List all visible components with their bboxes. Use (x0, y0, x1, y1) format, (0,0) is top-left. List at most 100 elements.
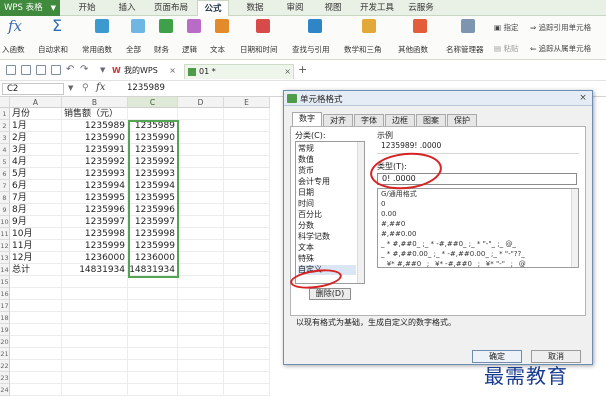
fx-icon[interactable]: fx (96, 82, 105, 93)
row-header[interactable]: 4 (0, 144, 10, 156)
table-cell[interactable]: 12月 (10, 252, 62, 264)
table-cell[interactable] (224, 216, 270, 228)
tab-cloud[interactable]: 云服务 (404, 0, 438, 16)
table-cell[interactable] (62, 312, 128, 324)
table-cell[interactable]: 1235999 (62, 240, 128, 252)
table-cell[interactable] (224, 360, 270, 372)
row-header[interactable]: 1 (0, 108, 10, 120)
table-cell[interactable] (178, 384, 224, 396)
header-cell-month[interactable]: 月份 (10, 108, 62, 120)
table-cell[interactable] (224, 324, 270, 336)
doc-tab-file[interactable]: 01 * × (184, 64, 294, 79)
category-item[interactable]: 日期 (298, 188, 314, 198)
category-item[interactable]: 分数 (298, 221, 314, 231)
other-functions-button[interactable]: 其他函数 (398, 19, 442, 57)
table-cell[interactable] (10, 384, 62, 396)
format-code-item[interactable]: G/通用格式 (381, 190, 417, 199)
tab-number[interactable]: 数字 (292, 112, 322, 127)
table-cell[interactable]: 1235989 (62, 120, 128, 132)
all-functions-button[interactable]: 全部 (126, 19, 150, 57)
column-header-c[interactable]: C (128, 97, 178, 108)
row-header[interactable]: 23 (0, 372, 10, 384)
table-cell[interactable] (10, 288, 62, 300)
table-cell[interactable]: 3月 (10, 144, 62, 156)
table-cell[interactable] (224, 156, 270, 168)
app-menu-button[interactable]: WPS 表格 ▼ (0, 0, 60, 16)
tab-page-layout[interactable]: 页面布局 (150, 0, 192, 16)
table-cell[interactable] (178, 216, 224, 228)
table-cell[interactable] (178, 240, 224, 252)
row-header[interactable]: 13 (0, 252, 10, 264)
category-item[interactable]: 科学记数 (298, 232, 330, 242)
format-code-item[interactable]: #,##0.00 (381, 230, 416, 239)
table-cell[interactable]: 1月 (10, 120, 62, 132)
table-cell[interactable] (224, 168, 270, 180)
table-cell[interactable] (10, 324, 62, 336)
format-code-list[interactable]: G/通用格式 0 0.00 #,##0 #,##0.00 _ * #,##0_ ;_ * … (377, 188, 579, 268)
header-cell-sales[interactable]: 销售额（元） (62, 108, 128, 120)
table-cell[interactable] (10, 300, 62, 312)
table-cell[interactable] (178, 348, 224, 360)
redo-icon[interactable]: ↷ (80, 64, 88, 75)
financial-button[interactable]: 财务 (154, 19, 178, 57)
format-code-item[interactable]: _ * #,##0.00_ ;_ * -#,##0.00_ ;_ * "-"??… (381, 250, 525, 259)
table-cell[interactable] (178, 228, 224, 240)
save-icon[interactable] (6, 65, 16, 75)
column-header-b[interactable]: B (62, 97, 128, 108)
table-cell[interactable] (62, 276, 128, 288)
tab-insert[interactable]: 插入 (112, 0, 142, 16)
table-cell[interactable] (62, 384, 128, 396)
column-header-d[interactable]: D (178, 97, 224, 108)
category-item[interactable]: 常规 (298, 144, 314, 154)
table-cell[interactable] (62, 336, 128, 348)
table-cell[interactable]: 1235990 (62, 132, 128, 144)
close-icon[interactable]: × (577, 93, 589, 104)
category-item[interactable]: 时间 (298, 199, 314, 209)
table-cell[interactable] (224, 132, 270, 144)
table-cell[interactable] (178, 324, 224, 336)
table-cell[interactable] (178, 180, 224, 192)
export-pdf-icon[interactable] (51, 65, 61, 75)
spreadsheet-grid[interactable]: A B C D E 1 月份 销售额（元） 2 1月 1235989 1235989 3 2月 1… (0, 97, 288, 407)
table-cell[interactable] (224, 348, 270, 360)
table-cell[interactable] (224, 180, 270, 192)
row-header[interactable]: 3 (0, 132, 10, 144)
table-cell[interactable] (178, 360, 224, 372)
trace-dependents-button[interactable]: ⇐ 追踪从属单元格 (530, 43, 591, 54)
table-cell[interactable]: 2月 (10, 132, 62, 144)
close-icon[interactable]: × (169, 64, 176, 78)
format-code-item[interactable]: _ ¥* #,##0_ ;_ ¥* -#,##0_ ;_ ¥* "-"_ ;_ … (381, 260, 526, 267)
table-cell[interactable]: 总计 (10, 264, 62, 276)
table-cell[interactable]: 1235992 (62, 156, 128, 168)
print-icon[interactable] (36, 65, 46, 75)
table-cell[interactable]: 1235997 (62, 216, 128, 228)
row-header[interactable]: 11 (0, 228, 10, 240)
tab-view[interactable]: 视图 (318, 0, 348, 16)
table-cell[interactable] (128, 300, 178, 312)
column-header-a[interactable]: A (10, 97, 62, 108)
close-icon[interactable]: × (284, 65, 291, 79)
zoom-icon[interactable]: ⚲ (82, 83, 89, 93)
tab-review[interactable]: 审阅 (280, 0, 310, 16)
table-cell[interactable] (224, 228, 270, 240)
category-scrollbar[interactable] (357, 142, 364, 283)
column-header-e[interactable]: E (224, 97, 270, 108)
row-header[interactable]: 22 (0, 360, 10, 372)
table-cell[interactable] (224, 144, 270, 156)
dialog-title-bar[interactable]: 单元格格式 × (284, 91, 592, 106)
chevron-down-icon[interactable]: ▼ (68, 84, 73, 92)
formula-input[interactable]: 1235989 (127, 83, 165, 94)
table-cell[interactable] (128, 108, 178, 120)
table-cell[interactable]: 1235994 (62, 180, 128, 192)
table-cell[interactable] (178, 168, 224, 180)
format-list-scrollbar[interactable] (571, 189, 578, 267)
table-cell[interactable] (128, 372, 178, 384)
format-code-item[interactable]: _ * #,##0_ ;_ * -#,##0_ ;_ * "-"_ ;_ @_ (381, 240, 516, 249)
table-cell[interactable]: 1235991 (62, 144, 128, 156)
row-header[interactable]: 5 (0, 156, 10, 168)
format-code-item[interactable]: 0.00 (381, 210, 397, 219)
table-cell[interactable] (224, 120, 270, 132)
row-header[interactable]: 6 (0, 168, 10, 180)
table-cell[interactable] (128, 312, 178, 324)
select-all-corner[interactable] (0, 97, 10, 108)
